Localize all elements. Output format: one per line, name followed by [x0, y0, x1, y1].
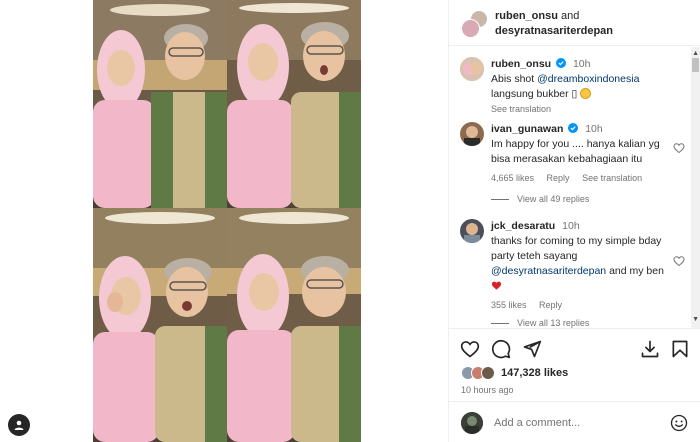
post-timestamp[interactable]: 10 hours ago	[461, 385, 514, 395]
verified-badge-icon	[568, 123, 579, 133]
comment-likes[interactable]: 355 likes	[491, 300, 527, 310]
heart-icon[interactable]	[673, 142, 685, 154]
comment-username[interactable]: jck_desaratu	[491, 220, 555, 232]
comment-likes[interactable]: 4,665 likes	[491, 173, 534, 183]
caption-time: 10h	[572, 58, 591, 70]
comment-text-end: and my ben	[606, 265, 664, 277]
reply-button[interactable]: Reply	[539, 300, 562, 310]
post-header: ruben_onsu and desyratnasariterdepan	[449, 0, 700, 46]
add-comment-bar	[449, 401, 700, 442]
download-icon[interactable]	[640, 339, 660, 359]
scroll-down-arrow-icon[interactable]: ▼	[692, 316, 699, 323]
avatar	[481, 366, 495, 380]
comment-text: thanks for coming to my simple bday part…	[491, 235, 662, 262]
red-heart-emoji-icon	[491, 281, 502, 290]
collab-avatars[interactable]	[461, 10, 491, 38]
heart-icon[interactable]	[460, 339, 480, 359]
bookmark-icon[interactable]	[670, 339, 690, 359]
see-translation-link[interactable]: See translation	[491, 104, 551, 114]
comment-time: 10h	[562, 220, 580, 232]
scroll-up-arrow-icon[interactable]: ▲	[692, 50, 699, 57]
coauthor-username[interactable]: desyratnasariterdepan	[495, 25, 613, 37]
photo-3	[93, 208, 227, 442]
post-media[interactable]	[0, 0, 448, 442]
view-replies-button[interactable]: View all 49 replies	[491, 194, 589, 204]
see-translation-link[interactable]: See translation	[582, 173, 642, 183]
comment-text: Im happy for you .... hanya kalian yg bi…	[491, 138, 660, 165]
verified-badge-icon	[556, 58, 567, 68]
comment-mention[interactable]: @desyratnasariterdepan	[491, 265, 606, 277]
reply-button[interactable]: Reply	[547, 173, 570, 183]
avatar[interactable]	[460, 57, 484, 81]
smiley-emoji-icon	[580, 88, 592, 99]
comment-icon[interactable]	[491, 339, 511, 359]
view-replies-button[interactable]: View all 13 replies	[491, 318, 589, 328]
comment-input[interactable]	[494, 414, 654, 432]
avatar[interactable]	[460, 122, 484, 146]
photo-collage	[93, 0, 361, 442]
collab-authors: ruben_onsu and desyratnasariterdepan	[495, 9, 613, 39]
avatar	[461, 412, 483, 434]
smiley-icon[interactable]	[670, 414, 688, 432]
avatar[interactable]	[460, 219, 484, 243]
heart-icon[interactable]	[673, 255, 685, 267]
and-text: and	[561, 10, 580, 22]
caption-text-line2: langsung bukber ▯	[491, 88, 581, 100]
caption-mention[interactable]: @dreamboxindonesia	[537, 73, 639, 85]
post-actions: 147,328 likes 10 hours ago	[449, 328, 700, 400]
comment-username[interactable]: ivan_gunawan	[491, 123, 563, 135]
photo-2	[227, 0, 361, 208]
avatar[interactable]	[461, 19, 480, 38]
comments-list: ruben_onsu 10h Abis shot @dreamboxindone…	[449, 47, 700, 328]
user-tag-icon[interactable]	[8, 414, 30, 436]
author-username[interactable]: ruben_onsu	[495, 10, 558, 22]
likes-summary[interactable]: 147,328 likes	[461, 365, 568, 381]
scrollbar-thumb[interactable]	[692, 58, 699, 72]
send-icon[interactable]	[522, 339, 542, 359]
post-sidebar: ruben_onsu and desyratnasariterdepan rub…	[449, 0, 700, 442]
likes-count[interactable]: 147,328 likes	[501, 367, 568, 379]
caption-username[interactable]: ruben_onsu	[491, 58, 551, 70]
photo-4	[227, 208, 361, 442]
comments-scrollbar[interactable]	[691, 47, 700, 328]
caption-text: Abis shot	[491, 73, 538, 85]
comment-time: 10h	[585, 123, 603, 135]
photo-1	[93, 0, 227, 208]
